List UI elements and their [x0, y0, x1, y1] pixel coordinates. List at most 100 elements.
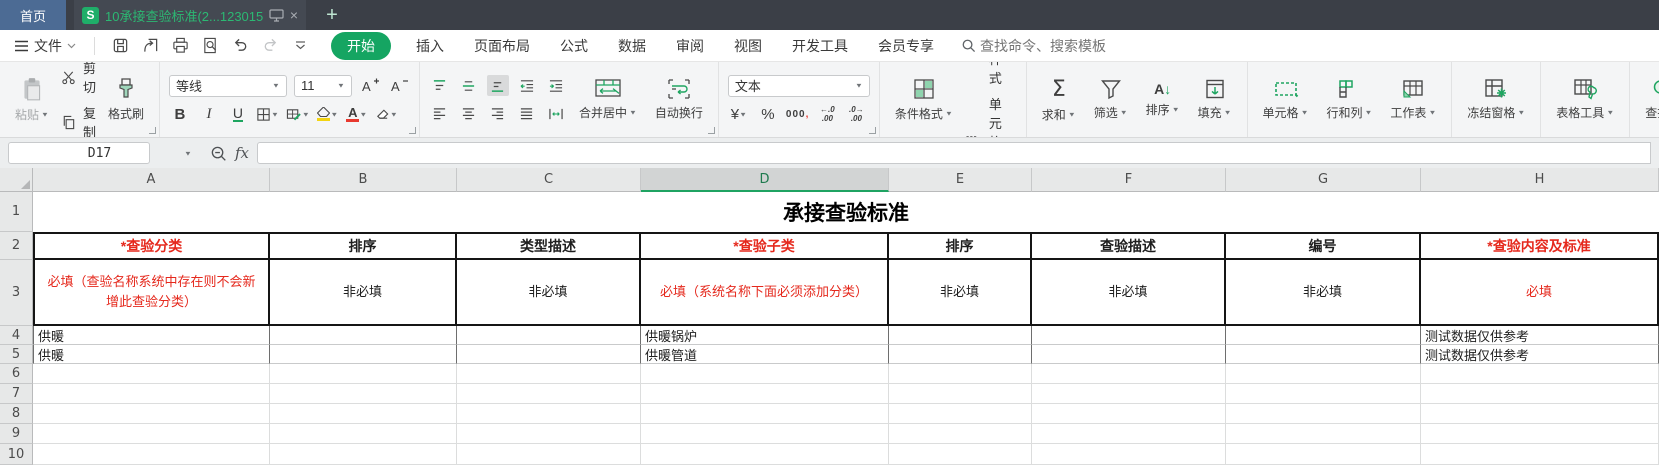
decrease-indent-button[interactable]: [516, 75, 538, 96]
dialog-launcher-icon[interactable]: [707, 127, 715, 134]
cell-d2[interactable]: *查验子类: [641, 232, 889, 260]
tab-view[interactable]: 视图: [721, 36, 775, 56]
currency-button[interactable]: ¥ ▼: [728, 104, 750, 125]
cell-a6[interactable]: [33, 364, 270, 384]
table-tools-button[interactable]: 表格工具 ▼: [1550, 78, 1620, 121]
cell-b2[interactable]: 排序: [270, 232, 457, 260]
cell-g2[interactable]: 编号: [1226, 232, 1421, 260]
zoom-formula-icon[interactable]: [210, 145, 227, 162]
rows-cols-button[interactable]: 行和列 ▼: [1320, 78, 1378, 121]
cell-b9[interactable]: [270, 424, 457, 444]
cell-a5[interactable]: 供暖: [33, 345, 270, 364]
cell-e3[interactable]: 非必填: [889, 260, 1032, 326]
cell-c2[interactable]: 类型描述: [457, 232, 641, 260]
cell-b7[interactable]: [270, 384, 457, 404]
table-style-button[interactable]: 表格样式▼: [965, 62, 1017, 87]
cell-d9[interactable]: [641, 424, 889, 444]
cell-g6[interactable]: [1226, 364, 1421, 384]
justify-button[interactable]: [516, 103, 538, 124]
cell-e4[interactable]: [889, 326, 1032, 345]
monitor-icon[interactable]: [269, 8, 284, 22]
row-header-6[interactable]: 6: [0, 364, 33, 384]
tab-home-ribbon[interactable]: 开始: [331, 31, 391, 60]
cell-d5[interactable]: 供暖管道: [641, 345, 889, 364]
dialog-launcher-icon[interactable]: [868, 127, 876, 134]
cell-f5[interactable]: [1032, 345, 1226, 364]
wrap-text-button[interactable]: 自动换行: [649, 78, 709, 121]
fx-label[interactable]: fx: [235, 144, 249, 162]
font-color-select[interactable]: A ▼: [346, 104, 368, 125]
select-all-corner[interactable]: [0, 168, 33, 192]
cut-button[interactable]: 剪切: [61, 62, 96, 96]
cell-f6[interactable]: [1032, 364, 1226, 384]
cell-h6[interactable]: [1421, 364, 1659, 384]
cell-style-button[interactable]: 单元格样式▼: [965, 94, 1017, 137]
col-header-b[interactable]: B: [270, 168, 457, 192]
col-header-g[interactable]: G: [1226, 168, 1421, 192]
tab-data[interactable]: 数据: [605, 36, 659, 56]
tab-member[interactable]: 会员专享: [865, 36, 947, 56]
comma-style-button[interactable]: 000,: [786, 104, 809, 125]
cell-f9[interactable]: [1032, 424, 1226, 444]
percent-button[interactable]: %: [757, 104, 779, 125]
print-preview-button[interactable]: [197, 34, 223, 58]
number-format-select[interactable]: 文本 ▼: [727, 74, 870, 97]
cell-a7[interactable]: [33, 384, 270, 404]
conditional-format-button[interactable]: 条件格式 ▼: [889, 77, 959, 122]
freeze-panes-button[interactable]: 冻结窗格 ▼: [1461, 78, 1531, 121]
cell-h3[interactable]: 必填: [1421, 260, 1659, 326]
undo-button[interactable]: [227, 34, 253, 58]
tab-formulas[interactable]: 公式: [547, 36, 601, 56]
align-bottom-button[interactable]: [486, 75, 509, 96]
align-middle-button[interactable]: [458, 75, 480, 96]
cell-c5[interactable]: [457, 345, 641, 364]
cell-g3[interactable]: 非必填: [1226, 260, 1421, 326]
cell-h9[interactable]: [1421, 424, 1659, 444]
cell-h5[interactable]: 测试数据仅供参考: [1421, 345, 1659, 364]
cell-a3[interactable]: 必填（查验名称系统中存在则不会新增此查验分类）: [33, 260, 270, 326]
col-header-d-selected[interactable]: D: [641, 168, 889, 192]
cell-h8[interactable]: [1421, 404, 1659, 424]
fill-button[interactable]: 填充 ▼: [1192, 78, 1238, 121]
border-select[interactable]: ▼: [256, 104, 279, 125]
cell-h10[interactable]: [1421, 444, 1659, 465]
filter-button[interactable]: 筛选 ▼: [1088, 78, 1134, 121]
cell-b5[interactable]: [270, 345, 457, 364]
cell-a10[interactable]: [33, 444, 270, 465]
cell-g5[interactable]: [1226, 345, 1421, 364]
row-header-5[interactable]: 5: [0, 345, 33, 364]
redo-button[interactable]: [257, 34, 283, 58]
copy-button[interactable]: 复制: [61, 103, 96, 137]
format-painter-button[interactable]: 格式刷: [102, 77, 150, 122]
search-input[interactable]: [980, 37, 1130, 54]
cell-e10[interactable]: [889, 444, 1032, 465]
cell-c4[interactable]: [457, 326, 641, 345]
col-header-c[interactable]: C: [457, 168, 641, 192]
cell-b4[interactable]: [270, 326, 457, 345]
col-header-f[interactable]: F: [1032, 168, 1226, 192]
tab-page-layout[interactable]: 页面布局: [461, 36, 543, 56]
underline-button[interactable]: U: [227, 104, 249, 125]
cell-e6[interactable]: [889, 364, 1032, 384]
paste-button[interactable]: 粘贴 ▼: [9, 76, 55, 123]
decrease-decimal-button[interactable]: .0→ .00: [845, 104, 867, 125]
cell-g10[interactable]: [1226, 444, 1421, 465]
cell-b10[interactable]: [270, 444, 457, 465]
cell-e7[interactable]: [889, 384, 1032, 404]
sort-button[interactable]: A ↓ 排序 ▼: [1140, 81, 1186, 118]
cell-f7[interactable]: [1032, 384, 1226, 404]
align-center-button[interactable]: [458, 103, 480, 124]
name-box-input[interactable]: [15, 145, 184, 161]
cell-d10[interactable]: [641, 444, 889, 465]
find-button[interactable]: 查找▼: [1639, 78, 1659, 121]
font-name-select[interactable]: 等线 ▼: [168, 74, 287, 97]
cell-g7[interactable]: [1226, 384, 1421, 404]
tab-dev-tools[interactable]: 开发工具: [779, 36, 861, 56]
font-size-select[interactable]: 11 ▼: [293, 74, 352, 97]
cell-h7[interactable]: [1421, 384, 1659, 404]
cell-e2[interactable]: 排序: [889, 232, 1032, 260]
merge-center-button[interactable]: 合并居中 ▼: [573, 78, 643, 121]
align-left-button[interactable]: [429, 103, 451, 124]
row-header-3[interactable]: 3: [0, 260, 33, 326]
name-box[interactable]: ▼: [8, 142, 192, 164]
